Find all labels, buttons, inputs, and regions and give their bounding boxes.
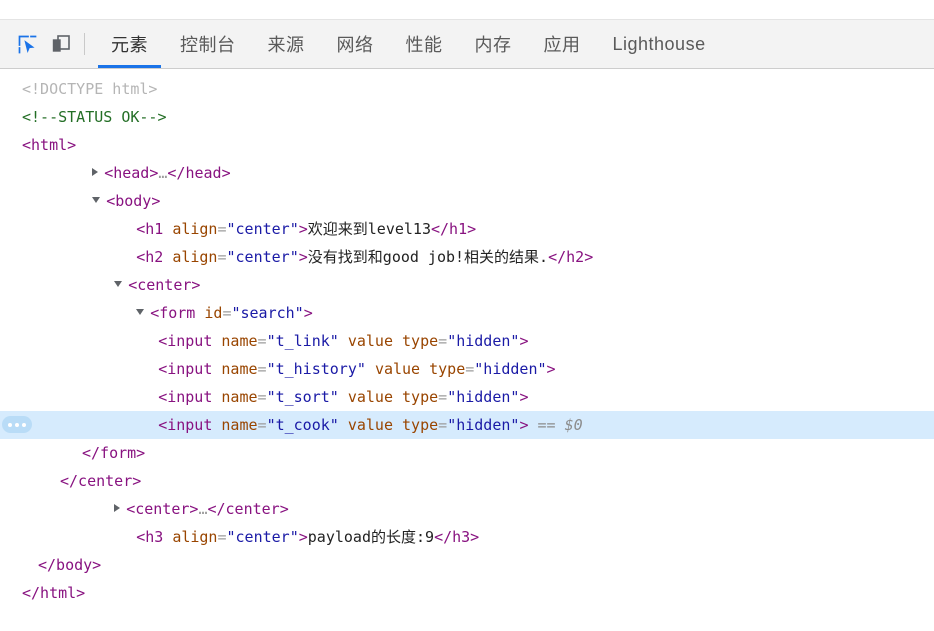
toolbar-separator (84, 33, 85, 55)
input-attr-value[interactable]: value (348, 416, 393, 434)
node-more-options-icon[interactable] (2, 416, 32, 433)
tab-lighthouse[interactable]: Lighthouse (597, 20, 722, 68)
tab-label: 性能 (405, 35, 443, 55)
h2-attr-value[interactable]: "center" (227, 248, 299, 266)
dom-row-form-close[interactable]: </form> (0, 439, 934, 467)
input-attr-name[interactable]: name (221, 416, 257, 434)
input-tag-open: <input (158, 416, 222, 434)
dom-tree-panel: <!DOCTYPE html> <!--STATUS OK--> <html> … (0, 69, 934, 607)
inspect-cursor-icon[interactable] (10, 27, 44, 61)
dom-row-input-t-cook[interactable]: <input name="t_cook" value type="hidden"… (0, 411, 934, 439)
dot (8, 422, 12, 427)
tab-performance[interactable]: 性能 (390, 20, 459, 68)
h3-eq: = (217, 528, 227, 546)
tab-label: Lighthouse (612, 33, 706, 54)
tab-sources[interactable]: 来源 (252, 20, 321, 68)
dom-row-body-close[interactable]: </body> (0, 551, 934, 579)
input-attr-type[interactable]: type (402, 416, 438, 434)
tab-label: 元素 (111, 35, 148, 55)
tab-label: 控制台 (180, 35, 236, 55)
dot (22, 422, 26, 427)
h2-tag-close: </h2> (548, 248, 594, 266)
tab-label: 网络 (336, 35, 374, 55)
dom-row-comment[interactable]: <!--STATUS OK--> (0, 103, 934, 131)
h3-attr-value[interactable]: "center" (227, 528, 299, 546)
inspect-cursor-glyph (18, 35, 36, 53)
tab-network[interactable]: 网络 (321, 20, 390, 68)
input-eq: = (257, 416, 267, 434)
dot (15, 422, 19, 427)
tab-label: 应用 (543, 35, 581, 55)
html-close-tag: </html> (22, 584, 86, 602)
dom-row-html-close[interactable]: </html> (0, 579, 934, 607)
h2-eq: = (217, 248, 227, 266)
tab-label: 内存 (474, 35, 512, 55)
input-name-value[interactable]: "t_cook" (267, 416, 339, 434)
comment-text: <!--STATUS OK--> (22, 108, 167, 126)
input-type-value[interactable]: "hidden" (447, 416, 519, 434)
tab-memory[interactable]: 内存 (459, 20, 528, 68)
device-toolbar-glyph (52, 35, 70, 52)
input-gt: > (546, 360, 556, 378)
h3-text-content[interactable]: payload的长度:9 (308, 528, 434, 546)
head-close-tag: </head> (167, 164, 231, 182)
h2-gt: > (298, 248, 308, 266)
devtools-toolbar: 元素 控制台 来源 网络 性能 内存 应用 Lighthouse (0, 19, 934, 69)
doctype-text: <!DOCTYPE html> (22, 80, 158, 98)
panel-tabs: 元素 控制台 来源 网络 性能 内存 应用 Lighthouse (95, 20, 934, 68)
input-eq2: = (438, 416, 448, 434)
body-close-tag: </body> (38, 556, 102, 574)
h3-attr-name[interactable]: align (172, 528, 217, 546)
h3-gt: > (298, 528, 308, 546)
h3-tag-close: </h3> (434, 528, 480, 546)
tab-console[interactable]: 控制台 (164, 20, 252, 68)
tab-application[interactable]: 应用 (528, 20, 597, 68)
device-toolbar-icon[interactable] (44, 27, 78, 61)
form-close-tag: </form> (82, 444, 146, 462)
h2-text-content[interactable]: 没有找到和good job!相关的结果. (308, 248, 548, 266)
console-selector-reference: == $0 (537, 416, 583, 434)
dom-row-doctype[interactable]: <!DOCTYPE html> (0, 75, 934, 103)
window-top-strip (0, 0, 934, 19)
tab-elements[interactable]: 元素 (95, 20, 164, 68)
tab-label: 来源 (267, 35, 305, 55)
h3-tag-open: <h3 (136, 528, 173, 546)
dom-row-h3[interactable]: <h3 align="center">payload的长度:9</h3> (0, 523, 934, 551)
